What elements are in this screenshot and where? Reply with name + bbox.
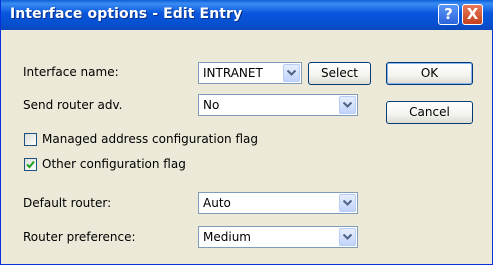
select-button-label: Select <box>320 66 359 80</box>
router-preference-select[interactable]: Medium <box>198 226 358 248</box>
window-title: Interface options - Edit Entry <box>10 6 243 22</box>
default-router-value: Auto <box>203 196 231 210</box>
check-icon <box>26 160 35 169</box>
dialog-window: Interface options - Edit Entry ? X Inter… <box>0 0 493 265</box>
interface-name-label: Interface name: <box>23 65 119 79</box>
ok-button-label: OK <box>420 66 439 80</box>
interface-name-value: INTRANET <box>203 66 263 80</box>
default-router-select[interactable]: Auto <box>198 192 358 214</box>
managed-flag-checkbox[interactable] <box>24 133 37 146</box>
interface-name-select[interactable]: INTRANET <box>198 62 302 84</box>
title-bar[interactable]: Interface options - Edit Entry ? X <box>1 0 493 30</box>
send-router-adv-label: Send router adv. <box>23 98 123 112</box>
chevron-down-icon[interactable] <box>283 64 300 82</box>
ok-button[interactable]: OK <box>386 62 473 85</box>
other-flag-label[interactable]: Other configuration flag <box>42 157 186 171</box>
managed-flag-label[interactable]: Managed address configuration flag <box>42 132 258 146</box>
help-icon: ? <box>444 5 453 23</box>
chevron-down-icon[interactable] <box>339 194 356 212</box>
default-router-label: Default router: <box>23 196 112 210</box>
router-preference-value: Medium <box>203 230 251 244</box>
select-button[interactable]: Select <box>308 62 371 85</box>
close-button[interactable]: X <box>462 4 483 25</box>
close-icon: X <box>466 5 479 23</box>
router-preference-label: Router preference: <box>23 230 136 244</box>
other-flag-checkbox[interactable] <box>24 158 37 171</box>
send-router-adv-value: No <box>203 98 220 112</box>
send-router-adv-select[interactable]: No <box>198 94 358 116</box>
chevron-down-icon[interactable] <box>339 228 356 246</box>
cancel-button-label: Cancel <box>409 105 450 119</box>
chevron-down-icon[interactable] <box>339 96 356 114</box>
cancel-button[interactable]: Cancel <box>386 101 473 124</box>
help-button[interactable]: ? <box>438 4 459 25</box>
